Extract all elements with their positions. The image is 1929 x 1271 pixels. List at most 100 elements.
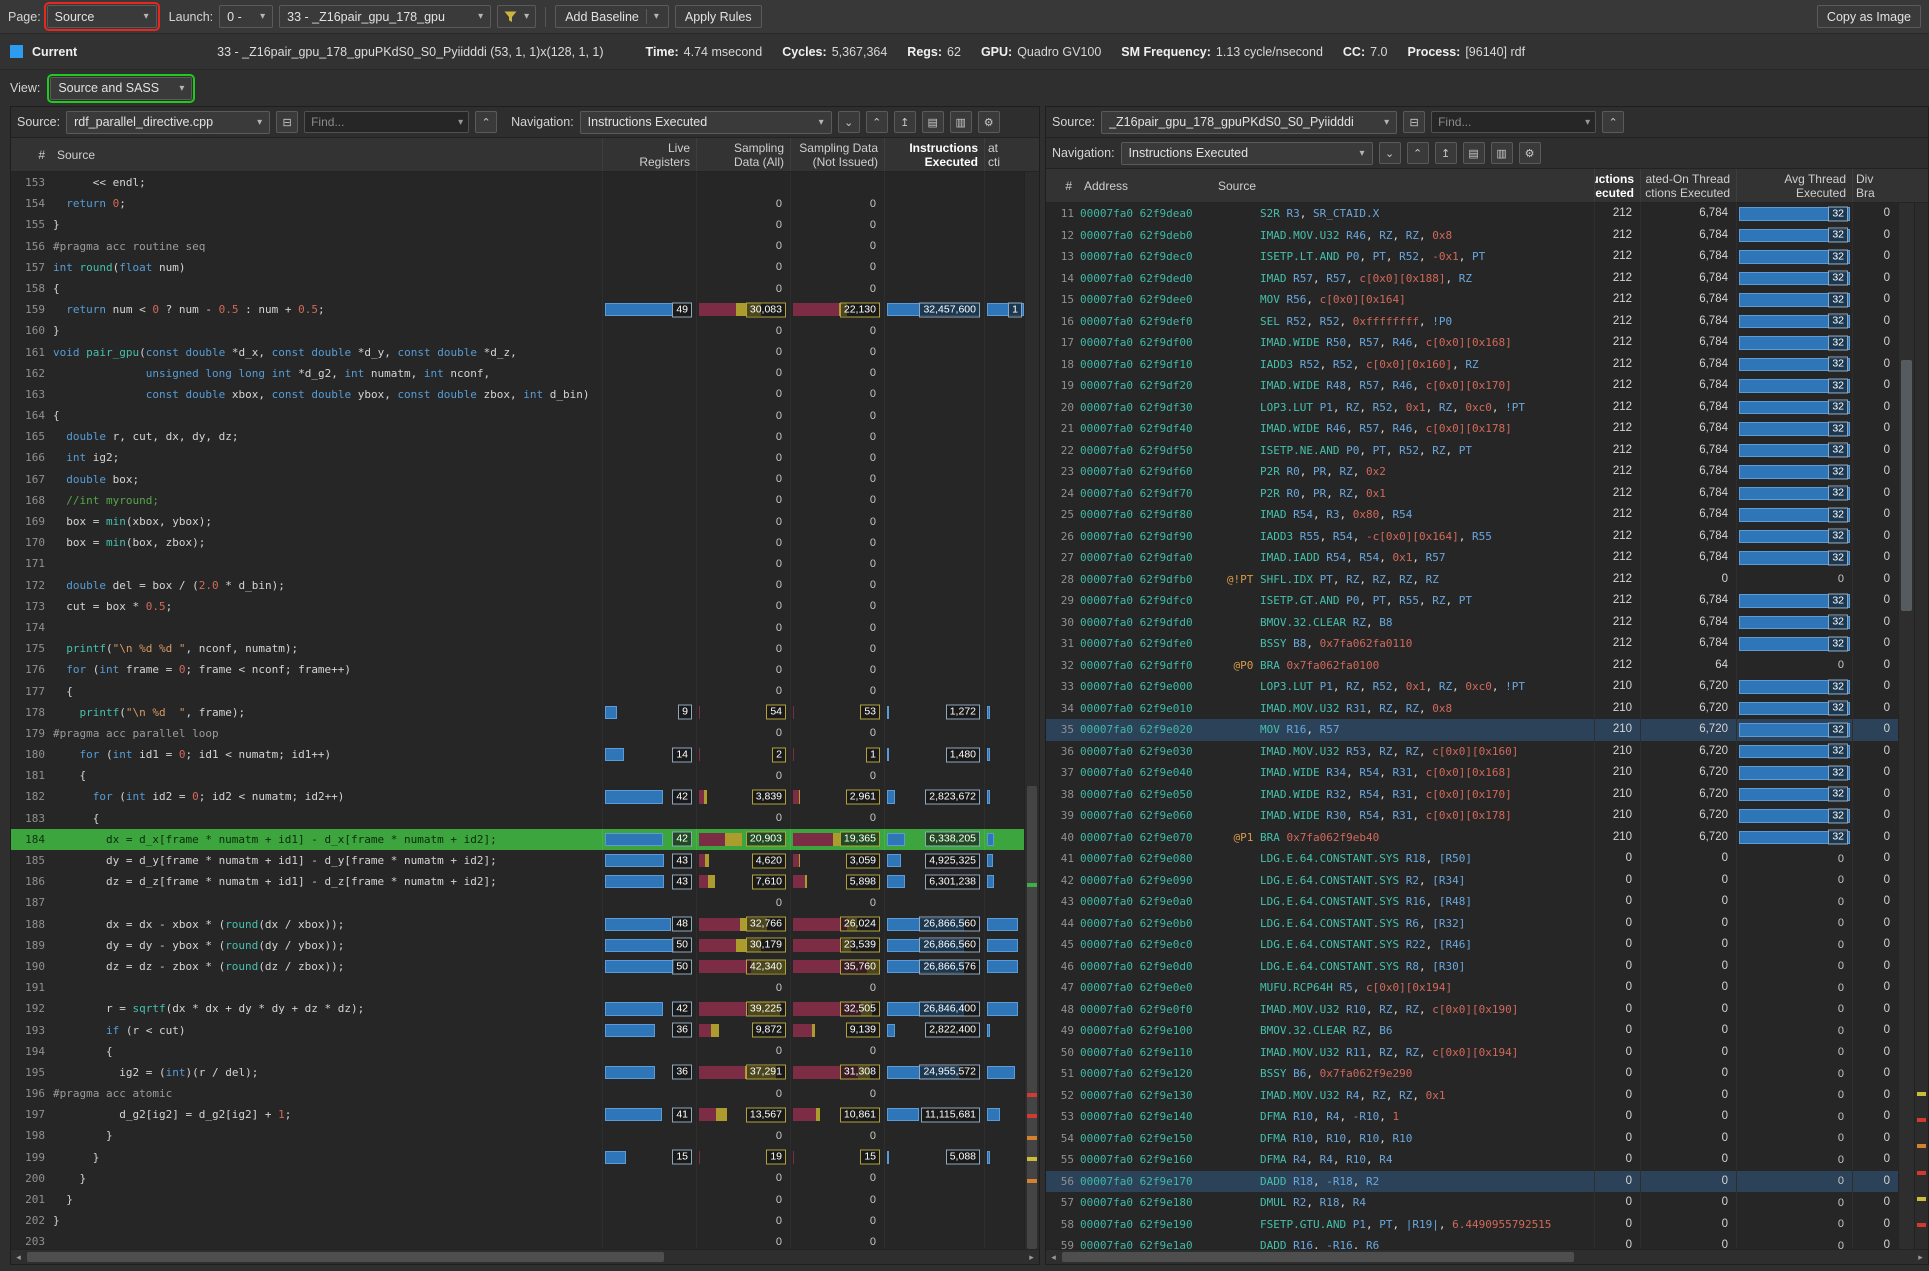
source-row[interactable]: 166 int ig2;00 [11, 447, 1024, 468]
sass-row[interactable]: 5700007fa0 62f9e180DMUL R2, R18, R40000 [1046, 1192, 1898, 1214]
sass-row[interactable]: 2500007fa0 62f9df80IMAD R54, R3, 0x80, R… [1046, 504, 1898, 526]
source-row[interactable]: 155}00 [11, 214, 1024, 235]
column-header-divergent-branches[interactable]: DivBra [1852, 169, 1898, 202]
sass-row[interactable]: 3100007fa0 62f9dfe0BSSY B8, 0x7fa062fa01… [1046, 633, 1898, 655]
source-row[interactable]: 189 dy = dy - ybox * (round(dy / ybox));… [11, 935, 1024, 956]
column-header-row-number[interactable]: # [1046, 169, 1080, 202]
sass-row[interactable]: 1600007fa0 62f9def0SEL R52, R52, 0xfffff… [1046, 311, 1898, 333]
sass-row[interactable]: 2600007fa0 62f9df90IADD3 R55, R54, -c[0x… [1046, 526, 1898, 548]
source-row[interactable]: 196#pragma acc atomic00 [11, 1083, 1024, 1104]
sass-row[interactable]: 4300007fa0 62f9e0a0LDG.E.64.CONSTANT.SYS… [1046, 891, 1898, 913]
source-row[interactable]: 178 printf("\n %d ", frame);954531,272 [11, 702, 1024, 723]
column-header-address[interactable]: Address [1080, 169, 1214, 202]
sass-row[interactable]: 5000007fa0 62f9e110IMAD.MOV.U32 R11, RZ,… [1046, 1042, 1898, 1064]
sass-row[interactable]: 1900007fa0 62f9df20IMAD.WIDE R48, R57, R… [1046, 375, 1898, 397]
sass-vertical-scrollbar[interactable] [1898, 203, 1914, 1249]
scrollbar-thumb[interactable] [1062, 1252, 1574, 1262]
page-select[interactable]: Source▾ [47, 5, 157, 28]
sass-row[interactable]: 1500007fa0 62f9dee0MOV R56, c[0x0][0x164… [1046, 289, 1898, 311]
source-row[interactable]: 193 if (r < cut)369,8729,1392,822,400 [11, 1020, 1024, 1041]
find-prev-button[interactable]: ⌃ [475, 111, 497, 133]
sass-row[interactable]: 1800007fa0 62f9df10IADD3 R52, R52, c[0x0… [1046, 354, 1898, 376]
source-row[interactable]: 19100 [11, 977, 1024, 998]
source-row[interactable]: 18700 [11, 892, 1024, 913]
column-header-line-number[interactable]: # [11, 138, 53, 171]
sass-row[interactable]: 4400007fa0 62f9e0b0LDG.E.64.CONSTANT.SYS… [1046, 913, 1898, 935]
sass-row[interactable]: 5800007fa0 62f9e190FSETP.GTU.AND P1, PT,… [1046, 1214, 1898, 1236]
sass-row[interactable]: 4900007fa0 62f9e100BMOV.32.CLEAR RZ, B60… [1046, 1020, 1898, 1042]
scrollbar-thumb[interactable] [27, 1252, 664, 1262]
profile-settings-button[interactable]: ⚙ [978, 111, 1000, 133]
source-row[interactable]: 169 box = min(xbox, ybox);00 [11, 511, 1024, 532]
source-row[interactable]: 160}00 [11, 320, 1024, 341]
source-row[interactable]: 179#pragma acc parallel loop00 [11, 723, 1024, 744]
source-file-select[interactable]: rdf_parallel_directive.cpp▾ [66, 111, 270, 134]
nav-next-button[interactable]: ⌄ [1379, 142, 1401, 164]
sass-row[interactable]: 5300007fa0 62f9e140DFMA R10, R4, -R10, 1… [1046, 1106, 1898, 1128]
source-row[interactable]: 177 {00 [11, 681, 1024, 702]
scroll-right-icon[interactable]: ▸ [1024, 1250, 1039, 1265]
scroll-left-icon[interactable]: ◂ [1046, 1250, 1061, 1265]
source-row[interactable]: 190 dz = dz - zbox * (round(dz / zbox));… [11, 956, 1024, 977]
source-row[interactable]: 197 d_g2[ig2] = d_g2[ig2] + 1;4113,56710… [11, 1104, 1024, 1125]
sass-row[interactable]: 1400007fa0 62f9ded0IMAD R57, R57, c[0x0]… [1046, 268, 1898, 290]
navigation-metric-select[interactable]: Instructions Executed▾ [1121, 142, 1373, 165]
expand-columns-button[interactable]: ▤ [922, 111, 944, 133]
source-row[interactable]: 186 dz = d_z[frame * numatm + id1] - d_z… [11, 871, 1024, 892]
source-row[interactable]: 170 box = min(box, zbox);00 [11, 532, 1024, 553]
source-row[interactable]: 184 dx = d_x[frame * numatm + id1] - d_x… [11, 829, 1024, 850]
sass-row[interactable]: 1200007fa0 62f9deb0IMAD.MOV.U32 R46, RZ,… [1046, 225, 1898, 247]
sass-horizontal-scrollbar[interactable]: ◂ ▸ [1046, 1249, 1928, 1264]
source-row[interactable]: 20300 [11, 1231, 1024, 1249]
source-row[interactable]: 192 r = sqrtf(dx * dx + dy * dy + dz * d… [11, 998, 1024, 1019]
source-row[interactable]: 185 dy = d_y[frame * numatm + id1] - d_y… [11, 850, 1024, 871]
sass-row[interactable]: 5900007fa0 62f9e1a0DADD R16, -R16, R6000… [1046, 1235, 1898, 1249]
column-header-source[interactable]: Source [53, 138, 602, 171]
expand-columns-button[interactable]: ▤ [1463, 142, 1485, 164]
sass-row[interactable]: 3300007fa0 62f9e000LOP3.LUT P1, RZ, R52,… [1046, 676, 1898, 698]
sass-row[interactable]: 2300007fa0 62f9df60P2R R0, PR, RZ, 0x221… [1046, 461, 1898, 483]
source-row[interactable]: 161void pair_gpu(const double *d_x, cons… [11, 342, 1024, 363]
source-row[interactable]: 154 return 0;00 [11, 193, 1024, 214]
source-row[interactable]: 199 }1519155,088 [11, 1147, 1024, 1168]
source-row[interactable]: 194 {00 [11, 1041, 1024, 1062]
column-header-source[interactable]: Source [1214, 169, 1594, 202]
sass-row[interactable]: 3200007fa0 62f9dff0@P0 BRA 0x7fa062fa010… [1046, 655, 1898, 677]
sass-row[interactable]: 3400007fa0 62f9e010IMAD.MOV.U32 R31, RZ,… [1046, 698, 1898, 720]
sass-row[interactable]: 3900007fa0 62f9e060IMAD.WIDE R30, R54, R… [1046, 805, 1898, 827]
sass-row[interactable]: 4100007fa0 62f9e080LDG.E.64.CONSTANT.SYS… [1046, 848, 1898, 870]
sass-row[interactable]: 5400007fa0 62f9e150DFMA R10, R10, R10, R… [1046, 1128, 1898, 1150]
sass-row[interactable]: 4700007fa0 62f9e0e0MUFU.RCP64H R5, c[0x0… [1046, 977, 1898, 999]
source-row[interactable]: 180 for (int id1 = 0; id1 < numatm; id1+… [11, 744, 1024, 765]
source-row[interactable]: 202}00 [11, 1210, 1024, 1231]
source-row[interactable]: 157int round(float num)00 [11, 257, 1024, 278]
source-row[interactable]: 195 ig2 = (int)(r / del);3637,29131,3082… [11, 1062, 1024, 1083]
source-row[interactable]: 163 const double xbox, const double ybox… [11, 384, 1024, 405]
sass-row[interactable]: 4500007fa0 62f9e0c0LDG.E.64.CONSTANT.SYS… [1046, 934, 1898, 956]
collapse-columns-button[interactable]: ▥ [950, 111, 972, 133]
goto-top-button[interactable]: ↥ [1435, 142, 1457, 164]
source-row[interactable]: 175 printf("\n %d %d ", nconf, numatm);0… [11, 638, 1024, 659]
column-header-instructions-executed[interactable]: InstructionsExecuted [884, 138, 984, 171]
source-row[interactable]: 158{00 [11, 278, 1024, 299]
open-file-button[interactable]: ⊟ [1403, 111, 1425, 133]
source-row[interactable]: 162 unsigned long long int *d_g2, int nu… [11, 363, 1024, 384]
sass-row[interactable]: 3500007fa0 62f9e020MOV R16, R572106,7203… [1046, 719, 1898, 741]
column-header-sampling-all[interactable]: SamplingData (All) [696, 138, 790, 171]
column-header-live-registers[interactable]: LiveRegisters [602, 138, 696, 171]
scroll-right-icon[interactable]: ▸ [1913, 1250, 1928, 1265]
copy-as-image-button[interactable]: Copy as Image [1817, 5, 1921, 28]
source-row[interactable]: 183 {00 [11, 808, 1024, 829]
find-input[interactable] [305, 112, 453, 132]
find-prev-button[interactable]: ⌃ [1602, 111, 1624, 133]
goto-top-button[interactable]: ↥ [894, 111, 916, 133]
nav-next-button[interactable]: ⌄ [838, 111, 860, 133]
source-row[interactable]: 181 {00 [11, 765, 1024, 786]
source-row[interactable]: 159 return num < 0 ? num - 0.5 : num + 0… [11, 299, 1024, 320]
sass-row[interactable]: 2700007fa0 62f9dfa0IMAD.IADD R54, R54, 0… [1046, 547, 1898, 569]
apply-rules-button[interactable]: Apply Rules [675, 5, 762, 28]
sass-row[interactable]: 3800007fa0 62f9e050IMAD.WIDE R32, R54, R… [1046, 784, 1898, 806]
source-row[interactable]: 188 dx = dx - xbox * (round(dx / xbox));… [11, 914, 1024, 935]
navigation-metric-select[interactable]: Instructions Executed▾ [580, 111, 832, 134]
sass-row[interactable]: 4000007fa0 62f9e070@P1 BRA 0x7fa062f9eb4… [1046, 827, 1898, 849]
